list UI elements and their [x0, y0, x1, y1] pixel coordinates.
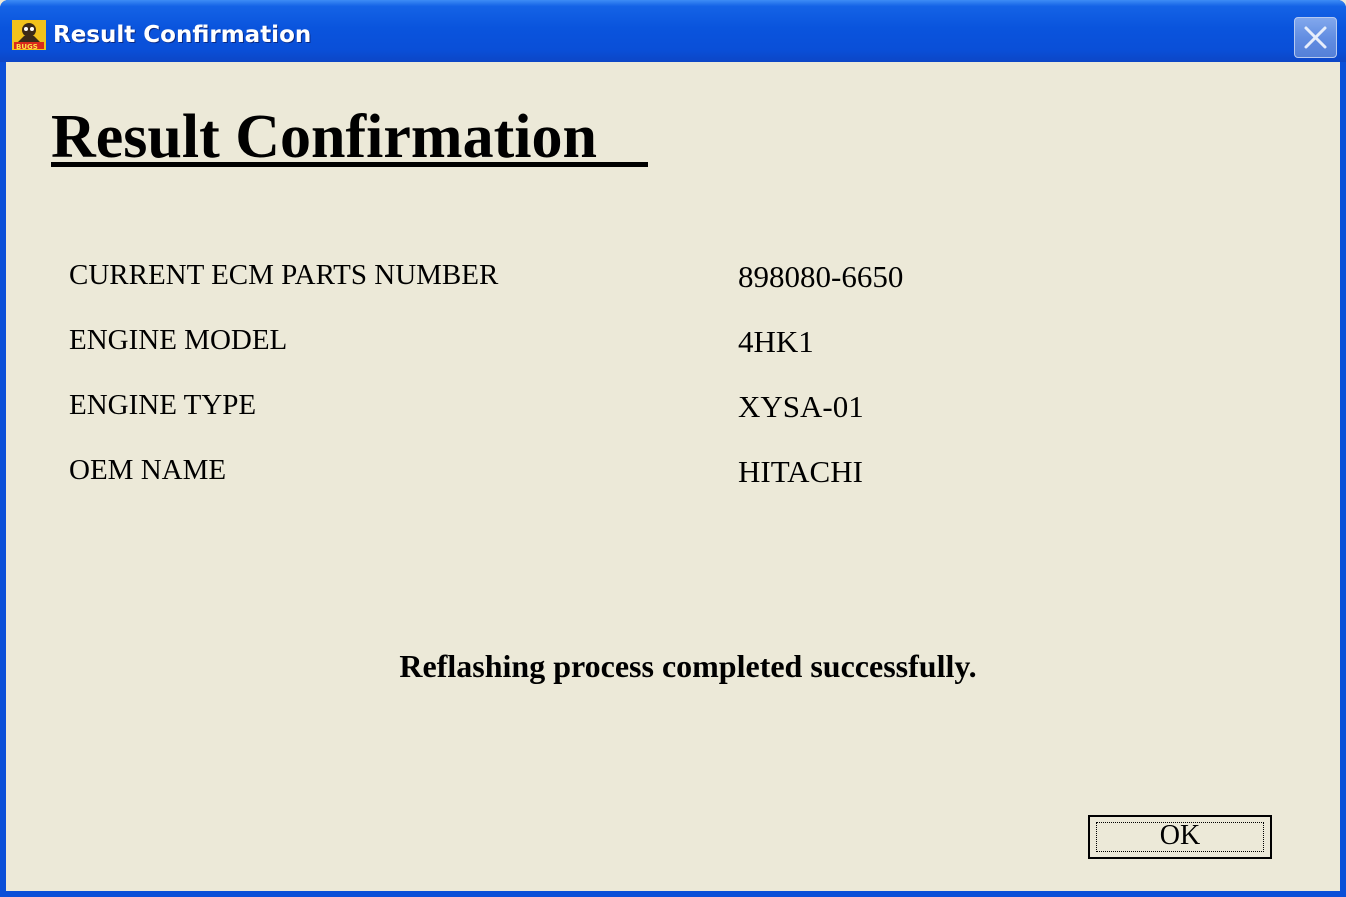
- title-underline: [51, 162, 648, 167]
- bugs-app-icon: BUGS: [12, 20, 46, 50]
- field-label-ecm-parts-number: CURRENT ECM PARTS NUMBER: [69, 259, 499, 291]
- status-message: Reflashing process completed successfull…: [399, 648, 977, 684]
- close-icon: [1304, 26, 1327, 49]
- field-value-oem-name: HITACHI: [738, 454, 863, 489]
- svg-text:BUGS: BUGS: [16, 43, 38, 50]
- field-label-engine-model: ENGINE MODEL: [69, 324, 288, 356]
- window-title: Result Confirmation: [53, 22, 312, 48]
- close-button[interactable]: [1294, 17, 1337, 58]
- field-value-engine-type: XYSA-01: [738, 389, 864, 424]
- field-label-engine-type: ENGINE TYPE: [69, 389, 257, 421]
- field-value-engine-model: 4HK1: [738, 324, 814, 359]
- dialog-body: Result Confirmation CURRENT ECM PARTS NU…: [6, 62, 1340, 891]
- field-value-ecm-parts-number: 898080-6650: [738, 259, 904, 294]
- dialog-window: BUGS Result Confirmation Result Confirma…: [0, 0, 1346, 897]
- ok-button[interactable]: OK: [1088, 815, 1272, 859]
- field-label-oem-name: OEM NAME: [69, 454, 227, 486]
- ok-button-label: OK: [1159, 820, 1201, 851]
- title-bar[interactable]: BUGS Result Confirmation: [0, 0, 1346, 62]
